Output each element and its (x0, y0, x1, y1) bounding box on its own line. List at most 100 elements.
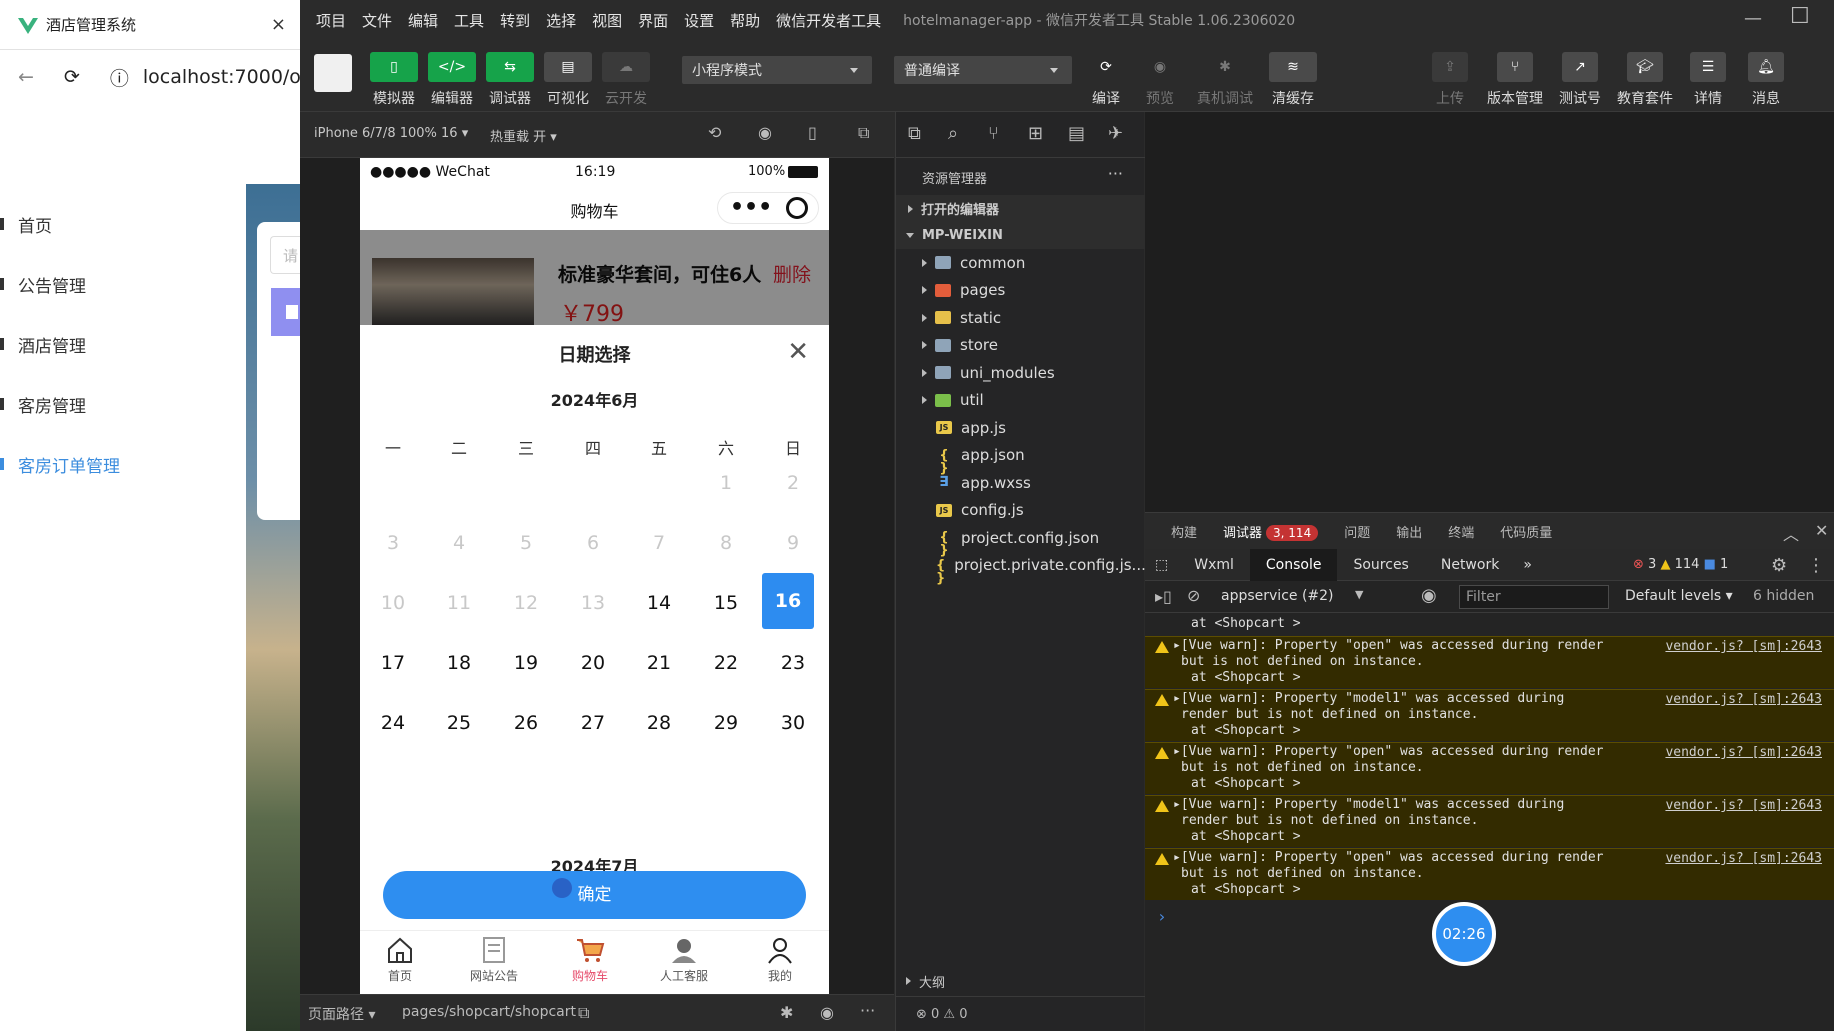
avatar[interactable] (314, 54, 352, 92)
calendar-day[interactable]: 18 (426, 631, 492, 695)
close-icon[interactable]: ✕ (1815, 521, 1828, 540)
folder-item[interactable]: util (896, 387, 1145, 414)
files-icon[interactable]: ⧉ (908, 123, 921, 144)
menu-interface[interactable]: 界面 (638, 10, 668, 31)
more-tabs-icon[interactable]: » (1515, 549, 1540, 581)
cloud-button[interactable]: ☁ 云开发 (598, 52, 654, 108)
tab-sources[interactable]: Sources (1337, 549, 1424, 581)
editor-button[interactable]: </> 编辑器 (424, 52, 480, 108)
log-levels-select[interactable]: Default levels ▾ (1625, 588, 1733, 604)
close-icon[interactable]: ✕ (787, 337, 809, 367)
context-select[interactable]: appservice (#2) (1221, 588, 1334, 604)
modal-mask[interactable] (360, 230, 829, 325)
preview-button[interactable]: ◉ 预览 (1134, 52, 1186, 108)
outline-section[interactable]: 大纲 (896, 966, 1145, 996)
menu-file[interactable]: 文件 (362, 10, 392, 31)
phone-icon[interactable]: ▯ (808, 123, 817, 142)
menu-tools[interactable]: 工具 (454, 10, 484, 31)
calendar-day[interactable]: 22 (693, 631, 759, 695)
menu-help[interactable]: 帮助 (730, 10, 760, 31)
console-warning[interactable]: ▸[Vue warn]: Property "model1" was acces… (1145, 795, 1834, 847)
tab-debugger[interactable]: 调试器 3, 114 (1223, 522, 1319, 541)
sidebar-item-notice[interactable]: 公告管理 (0, 264, 86, 304)
calendar-day[interactable]: 15 (693, 571, 759, 635)
test-account-button[interactable]: ↗ 测试号 (1552, 52, 1608, 108)
source-link[interactable]: vendor.js? [sm]:2643 (1665, 692, 1822, 707)
panel-icon[interactable]: ▤ (1068, 123, 1085, 144)
branch-icon[interactable]: ⑂ (988, 123, 999, 144)
recording-timer[interactable]: 02:26 (1432, 902, 1496, 966)
calendar-day[interactable]: 27 (560, 691, 626, 755)
sidebar-item-hotel[interactable]: 酒店管理 (0, 324, 86, 364)
problems-status[interactable]: ⊗ 0 ⚠ 0 (896, 996, 1145, 1031)
console-warning[interactable]: ▸[Vue warn]: Property "model1" was acces… (1145, 689, 1834, 741)
console-counts[interactable]: ⊗ 3 ▲ 114 ■ 1 (1633, 557, 1728, 572)
sidebar-item-orders[interactable]: 客房订单管理 (0, 444, 120, 484)
minimize-button[interactable]: — (1744, 8, 1762, 29)
close-miniprogram-icon[interactable] (786, 197, 808, 219)
calendar-day[interactable]: 26 (493, 691, 559, 755)
rotate-icon[interactable]: ⟲ (708, 123, 721, 142)
console-prompt[interactable]: › (1157, 907, 1167, 926)
clear-cache-button[interactable]: ≋ 清缓存 (1262, 52, 1324, 108)
reload-icon[interactable]: ⟳ (64, 66, 80, 88)
confirm-button[interactable]: 确定 (383, 871, 806, 919)
hot-reload-select[interactable]: 热重载 开 ▾ (490, 126, 557, 145)
calendar-day[interactable]: 28 (626, 691, 692, 755)
console-warning[interactable]: ▸[Vue warn]: Property "open" was accesse… (1145, 848, 1834, 900)
menu-settings[interactable]: 设置 (684, 10, 714, 31)
filter-input[interactable]: Filter (1459, 585, 1609, 609)
url-input[interactable]: localhost:7000/or (143, 66, 300, 88)
open-editors-section[interactable]: 打开的编辑器 (896, 195, 1145, 222)
source-link[interactable]: vendor.js? [sm]:2643 (1665, 851, 1822, 866)
record-icon[interactable]: ◉ (758, 123, 772, 142)
sidebar-item-room[interactable]: 客房管理 (0, 384, 86, 424)
kebab-icon[interactable]: ⋮ (1807, 555, 1825, 576)
calendar-day[interactable]: 17 (360, 631, 426, 695)
tab-notice[interactable]: 网站公告 (454, 935, 534, 984)
messages-button[interactable]: 🔔︎ 消息 (1742, 52, 1790, 108)
menu-view[interactable]: 视图 (592, 10, 622, 31)
menu-project[interactable]: 项目 (316, 10, 346, 31)
tab-network[interactable]: Network (1425, 549, 1515, 581)
folder-item[interactable]: uni_modules (896, 359, 1145, 386)
search-icon[interactable]: ⌕ (948, 123, 958, 144)
eye-icon[interactable]: ◉ (820, 1003, 834, 1022)
info-icon[interactable]: ⓘ (110, 64, 129, 91)
source-link[interactable]: vendor.js? [sm]:2643 (1665, 798, 1822, 813)
calendar-day[interactable]: 29 (693, 691, 759, 755)
chevron-down-icon[interactable]: ▼ (1355, 588, 1363, 601)
extensions-icon[interactable]: ⊞ (1028, 123, 1043, 144)
details-button[interactable]: ☰ 详情 (1684, 52, 1732, 108)
file-item[interactable]: ∃ app.wxss (896, 469, 1145, 496)
calendar-day[interactable]: 30 (760, 691, 826, 755)
upload-button[interactable]: ⇪ 上传 (1422, 52, 1478, 108)
tab-output[interactable]: 输出 (1396, 522, 1422, 541)
tab-cart[interactable]: 购物车 (550, 935, 630, 984)
search-input[interactable]: 请 (270, 236, 300, 274)
tab-service[interactable]: 人工客服 (644, 935, 724, 984)
menu-select[interactable]: 选择 (546, 10, 576, 31)
tab-close-button[interactable]: × (271, 14, 286, 35)
device-select[interactable]: iPhone 6/7/8 100% 16 ▾ (314, 126, 468, 141)
copy-icon[interactable]: ⧉ (578, 1003, 589, 1023)
tab-problems[interactable]: 问题 (1344, 522, 1370, 541)
calendar-day[interactable]: 23 (760, 631, 826, 695)
calendar-day[interactable]: 24 (360, 691, 426, 755)
compile-button[interactable]: ⟳ 编译 (1080, 52, 1132, 108)
gear-icon[interactable]: ⚙ (1771, 555, 1787, 576)
more-icon[interactable]: ··· (860, 1001, 875, 1020)
folder-item[interactable]: common (896, 249, 1145, 276)
file-item[interactable]: { } app.json (896, 442, 1145, 475)
file-item[interactable]: { } project.private.config.js... (896, 552, 1146, 585)
folder-item[interactable]: pages (896, 277, 1145, 304)
eye-icon[interactable]: ◉ (1421, 585, 1437, 606)
chevron-up-icon[interactable]: ︿ (1783, 521, 1799, 545)
visual-button[interactable]: ▤ 可视化 (540, 52, 596, 108)
root-folder-section[interactable]: MP-WEIXIN (896, 222, 1145, 249)
sidebar-toggle-icon[interactable]: ▸▯ (1155, 587, 1172, 606)
back-icon[interactable]: ← (18, 66, 34, 88)
source-link[interactable]: vendor.js? [sm]:2643 (1665, 639, 1822, 654)
inspect-icon[interactable]: ⬚ (1145, 549, 1178, 581)
calendar-day[interactable]: 21 (626, 631, 692, 695)
